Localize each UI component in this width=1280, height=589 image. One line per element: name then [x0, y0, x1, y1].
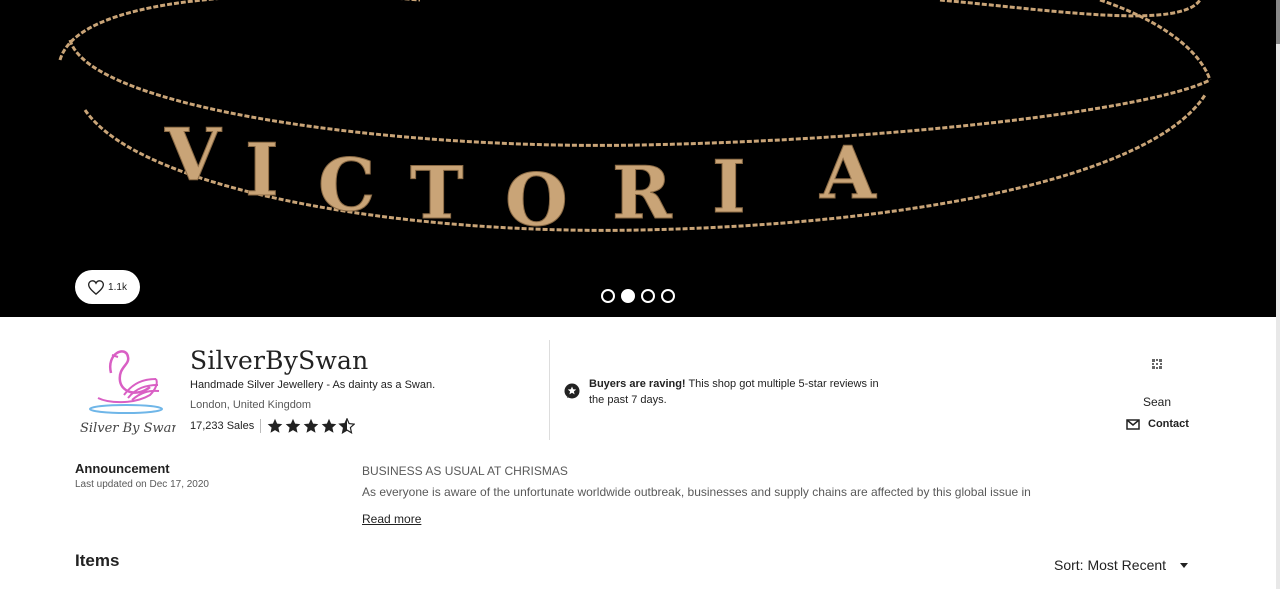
hero-banner: V I C T O R I A 1.1k: [0, 0, 1276, 317]
review-star-bubble-icon: [564, 383, 580, 399]
announcement-date: Last updated on Dec 17, 2020: [75, 479, 209, 490]
header-divider: [549, 340, 550, 440]
favorites-count: 1.1k: [108, 281, 127, 293]
rating-stars[interactable]: [267, 418, 356, 434]
page-scrollbar[interactable]: [1276, 0, 1280, 589]
shop-sales-rating: 17,233 Sales: [190, 418, 356, 434]
sort-dropdown[interactable]: Sort: Most Recent: [1054, 557, 1189, 573]
favorite-shop-button[interactable]: 1.1k: [75, 270, 140, 304]
logo-text: Silver By Swan: [80, 421, 176, 436]
shop-tagline: Handmade Silver Jewellery - As dainty as…: [190, 379, 436, 391]
carousel-dot-2[interactable]: [621, 289, 635, 303]
letter-i1: I: [245, 127, 279, 212]
letter-i2: I: [712, 144, 746, 229]
shop-logo[interactable]: Silver By Swan: [78, 343, 176, 441]
contact-label: Contact: [1148, 418, 1189, 430]
contact-button[interactable]: Contact: [1126, 418, 1189, 430]
divider: [260, 419, 262, 433]
letter-t: T: [410, 150, 464, 235]
carousel-dot-3[interactable]: [641, 289, 655, 303]
sort-label: Sort: Most Recent: [1054, 557, 1167, 573]
letter-r: R: [612, 150, 673, 235]
carousel-dot-1[interactable]: [601, 289, 615, 303]
items-heading: Items: [75, 551, 120, 570]
announcement-body: As everyone is aware of the unfortunate …: [362, 485, 1031, 499]
sales-count: 17,233 Sales: [190, 420, 255, 432]
shop-location: London, United Kingdom: [190, 399, 312, 411]
caret-down-icon: [1180, 562, 1189, 568]
letter-c: C: [318, 142, 375, 227]
heart-icon: [88, 279, 105, 295]
owner-avatar[interactable]: [1150, 357, 1164, 371]
announcement-title: Announcement: [75, 461, 170, 476]
letter-v: V: [164, 112, 222, 197]
shop-name: SilverBySwan: [190, 346, 369, 375]
necklace-image: V I C T O R I A: [58, 0, 1212, 243]
envelope-icon: [1126, 418, 1140, 430]
star-rating-icon: [267, 418, 356, 434]
read-more-link[interactable]: Read more: [362, 512, 421, 526]
letter-a: A: [819, 130, 877, 215]
announcement-heading: BUSINESS AS USUAL AT CHRISMAS: [362, 464, 568, 478]
carousel-dot-4[interactable]: [661, 289, 675, 303]
owner-name[interactable]: Sean: [1143, 395, 1171, 409]
letter-o: O: [505, 157, 568, 242]
rave-bold: Buyers are raving!: [589, 378, 686, 390]
carousel-dots: [601, 289, 675, 303]
rave-message: Buyers are raving! This shop got multipl…: [589, 376, 889, 408]
scrollbar-thumb[interactable]: [1276, 0, 1280, 44]
